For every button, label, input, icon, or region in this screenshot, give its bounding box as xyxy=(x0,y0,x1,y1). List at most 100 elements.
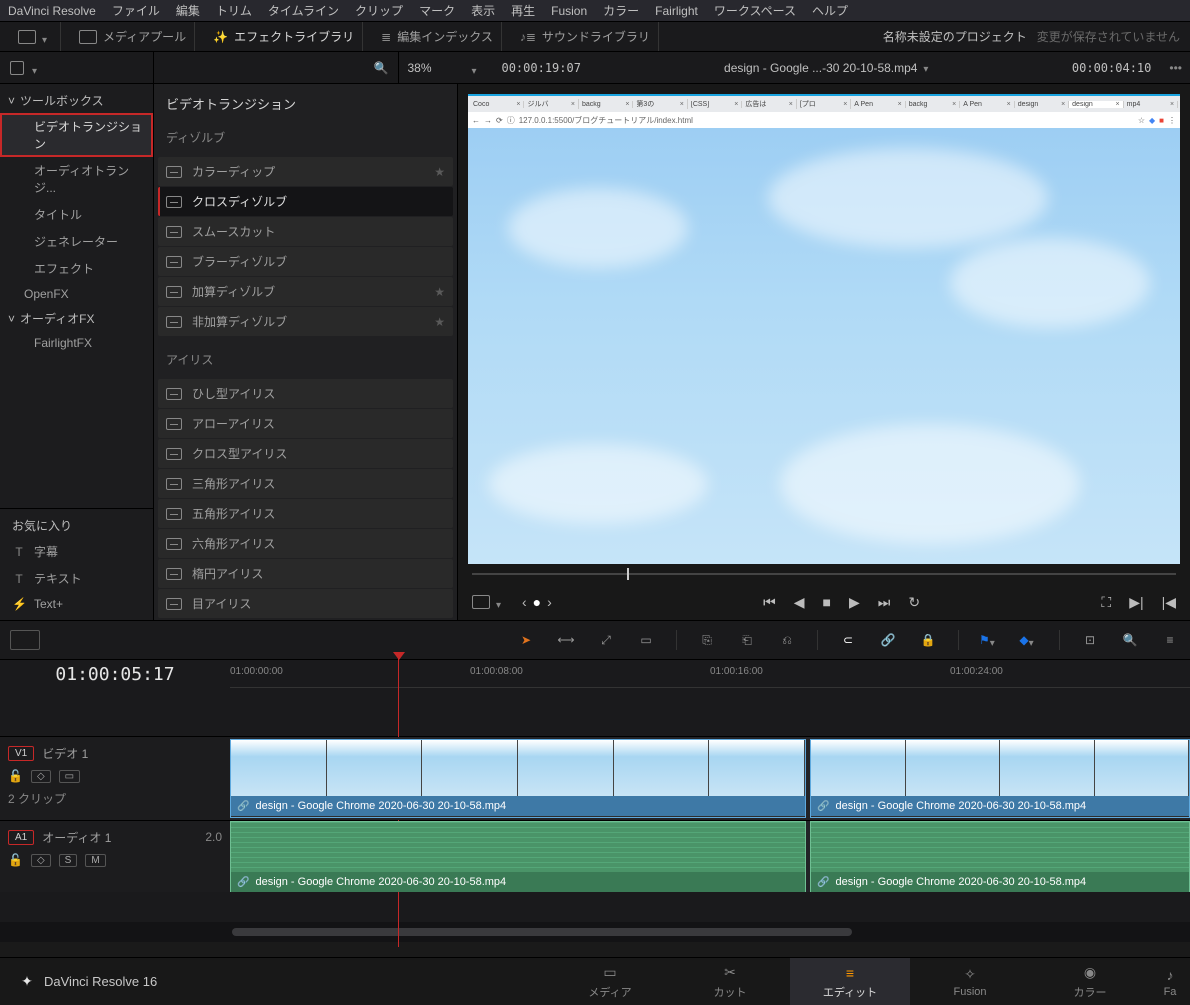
menu-item[interactable]: 再生 xyxy=(511,2,535,19)
mediapool-button[interactable]: メディアプール xyxy=(71,22,195,51)
fx-item[interactable]: スムースカット xyxy=(158,217,453,246)
fx-item[interactable]: 非加算ディゾルブ xyxy=(158,307,453,336)
fx-item[interactable]: 六角形アイリス xyxy=(158,529,453,558)
prev-edit-icon[interactable]: ‹ xyxy=(522,594,527,610)
overwrite-icon[interactable]: ⎗ xyxy=(737,632,757,648)
video-track-header[interactable]: V1ビデオ 1 🔓◇▭ 2 クリップ xyxy=(0,737,230,820)
menu-item[interactable]: Fusion xyxy=(551,4,587,18)
zoom-icon[interactable]: 🔍 xyxy=(1120,632,1140,648)
search-icon[interactable] xyxy=(374,61,389,75)
star-icon[interactable] xyxy=(434,285,445,299)
video-clip[interactable]: design - Google Chrome 2020-06-30 20-10-… xyxy=(810,739,1190,818)
insert-icon[interactable]: ⎘ xyxy=(697,632,717,648)
viewer-scrubber[interactable] xyxy=(458,564,1190,584)
page-tab-edit[interactable]: ≡エディット xyxy=(790,958,910,1005)
menu-item[interactable]: トリム xyxy=(216,2,252,19)
fx-item[interactable]: 楕円アイリス xyxy=(158,559,453,588)
menu-item[interactable]: ワークスペース xyxy=(714,2,796,19)
menu-item[interactable]: Fairlight xyxy=(655,4,698,18)
menu-item[interactable]: カラー xyxy=(603,2,639,19)
play-icon[interactable]: ▶ xyxy=(849,594,860,611)
audio-clip[interactable]: design - Google Chrome 2020-06-30 20-10-… xyxy=(230,821,806,892)
fx-item[interactable]: アローアイリス xyxy=(158,409,453,438)
menu-item[interactable]: 表示 xyxy=(471,2,495,19)
fx-item[interactable]: ブラーディゾルブ xyxy=(158,247,453,276)
timeline-timecode[interactable]: 01:00:05:17 xyxy=(0,660,230,688)
track-view-icon[interactable]: ▭ xyxy=(59,770,80,783)
fx-item[interactable]: ひし型アイリス xyxy=(158,379,453,408)
zoom-fit-icon[interactable]: ⊡ xyxy=(1080,632,1100,648)
zoom-select[interactable]: 38% xyxy=(399,61,489,75)
auto-select-icon[interactable]: ◇ xyxy=(31,770,51,783)
go-start-icon[interactable]: ⏮ xyxy=(763,594,776,611)
link-icon[interactable]: 🔗 xyxy=(878,632,898,648)
sidebar-item-titles[interactable]: タイトル xyxy=(0,201,153,228)
stop-icon[interactable]: ■ xyxy=(822,594,830,610)
viewer-menu-icon[interactable]: ••• xyxy=(1161,61,1190,75)
dynamic-trim-icon[interactable]: ⤢ xyxy=(596,632,616,648)
menu-item[interactable]: マーク xyxy=(419,2,455,19)
lock-icon[interactable]: 🔓 xyxy=(8,769,23,783)
fx-item[interactable]: 加算ディゾルブ xyxy=(158,277,453,306)
fx-item[interactable]: 三角形アイリス xyxy=(158,469,453,498)
page-tab-cut[interactable]: ✂カット xyxy=(670,958,790,1005)
favorite-item[interactable]: ⚡Text+ xyxy=(0,592,153,616)
fx-item[interactable]: 目アイリス xyxy=(158,589,453,618)
page-tab-fusion[interactable]: ✧Fusion xyxy=(910,958,1030,1005)
lock-icon[interactable]: 🔓 xyxy=(8,853,23,867)
view-mode-icon[interactable] xyxy=(472,595,490,609)
fx-item[interactable]: 五角形アイリス xyxy=(158,499,453,528)
customize-icon[interactable]: ≡ xyxy=(1160,632,1180,648)
step-back-icon[interactable]: ◀ xyxy=(794,594,805,611)
page-tab-media[interactable]: ▭メディア xyxy=(550,958,670,1005)
audiofx-header[interactable]: ˅オーディオFX xyxy=(0,306,153,331)
audio-track-header[interactable]: A1オーディオ 12.0 🔓◇SM xyxy=(0,821,230,892)
effects-library-button[interactable]: エフェクトライブラリ xyxy=(205,22,363,51)
loop-icon[interactable]: ↻ xyxy=(908,594,920,611)
sidebar-item-audio-transition[interactable]: オーディオトランジ... xyxy=(0,157,153,201)
fx-item-cross-dissolve[interactable]: クロスディゾルブ xyxy=(158,187,453,216)
sidebar-item-generators[interactable]: ジェネレーター xyxy=(0,228,153,255)
menu-item[interactable]: DaVinci Resolve xyxy=(8,4,96,18)
sidebar-item-video-transition[interactable]: ビデオトランジション xyxy=(0,113,153,157)
sidebar-item-effects[interactable]: エフェクト xyxy=(0,255,153,282)
fx-item[interactable]: カラーディップ xyxy=(158,157,453,186)
video-clip[interactable]: design - Google Chrome 2020-06-30 20-10-… xyxy=(230,739,806,818)
snap-icon[interactable]: ⊂ xyxy=(838,632,858,648)
marker-icon[interactable]: ◆ xyxy=(1019,632,1039,648)
menu-item[interactable]: 編集 xyxy=(176,2,200,19)
flag-icon[interactable]: ⚑ xyxy=(979,632,999,648)
page-tab-fairlight[interactable]: ♪Fa xyxy=(1150,958,1190,1005)
menu-item[interactable]: ファイル xyxy=(112,2,160,19)
chevron-down-icon[interactable] xyxy=(32,63,42,73)
lock-icon[interactable]: 🔒 xyxy=(918,632,938,648)
prev-clip-icon[interactable]: |◀ xyxy=(1162,594,1176,611)
star-icon[interactable] xyxy=(434,315,445,329)
trim-tool-icon[interactable]: ⟷ xyxy=(556,632,576,648)
next-edit-icon[interactable]: › xyxy=(547,594,552,610)
auto-select-icon[interactable]: ◇ xyxy=(31,854,51,867)
track-tag[interactable]: A1 xyxy=(8,830,34,845)
blade-tool-icon[interactable]: ▭ xyxy=(636,632,656,648)
selection-tool-icon[interactable]: ➤ xyxy=(516,632,536,648)
track-tag[interactable]: V1 xyxy=(8,746,34,761)
viewer-canvas[interactable]: Coco× ジルバ× backg× 第3の× [CSS]× 広告は× [プロ× … xyxy=(468,94,1180,564)
mute-button[interactable]: M xyxy=(85,854,105,867)
layout-icon[interactable] xyxy=(10,61,24,75)
menu-item[interactable]: タイムライン xyxy=(268,2,339,19)
next-clip-icon[interactable]: ▶| xyxy=(1129,594,1143,611)
replace-icon[interactable]: ⎌ xyxy=(777,632,797,648)
viewer-clip-name[interactable]: design - Google ...-30 20-10-58.mp4 xyxy=(593,61,1062,75)
sidebar-item-openfx[interactable]: OpenFX xyxy=(0,282,153,306)
star-icon[interactable] xyxy=(434,165,445,179)
toolbox-header[interactable]: ˅ツールボックス xyxy=(0,88,153,113)
timeline-view-options[interactable] xyxy=(10,630,40,650)
chevron-down-icon[interactable] xyxy=(496,597,506,607)
solo-button[interactable]: S xyxy=(59,854,78,867)
timeline-ruler[interactable]: 01:00:00:00 01:00:08:00 01:00:16:00 01:0… xyxy=(230,660,1190,688)
menu-item[interactable]: ヘルプ xyxy=(812,2,848,19)
menu-item[interactable]: クリップ xyxy=(355,2,403,19)
match-frame-icon[interactable]: ⛶ xyxy=(1101,594,1111,611)
audio-clip[interactable]: design - Google Chrome 2020-06-30 20-10-… xyxy=(810,821,1190,892)
edit-index-button[interactable]: ≣編集インデックス xyxy=(373,22,502,51)
